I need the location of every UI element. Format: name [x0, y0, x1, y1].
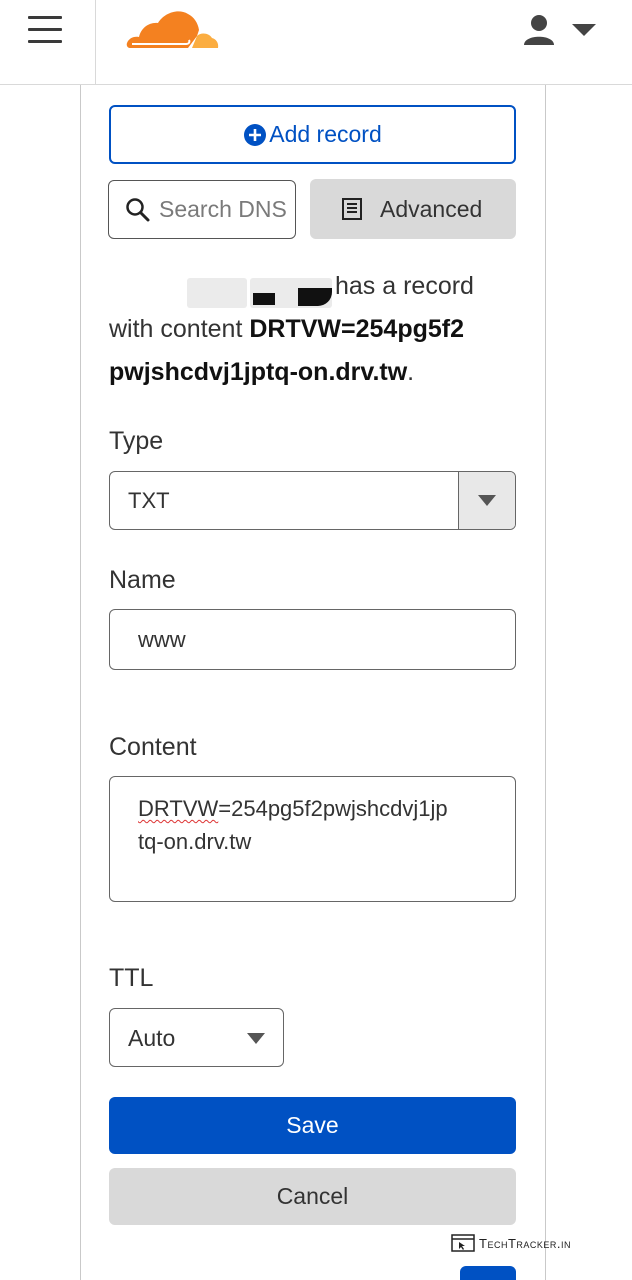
user-avatar-icon[interactable]: [520, 14, 600, 48]
ttl-selected-value: Auto: [128, 1025, 176, 1051]
partial-action-button[interactable]: [460, 1266, 516, 1280]
name-field[interactable]: [109, 609, 516, 670]
watermark: TechTracker.in: [451, 1234, 571, 1252]
content-label: Content: [109, 733, 197, 761]
save-button[interactable]: Save: [109, 1097, 516, 1154]
add-record-button[interactable]: Add record: [109, 105, 516, 164]
search-dns-input[interactable]: [159, 196, 289, 223]
advanced-label: Advanced: [380, 195, 483, 222]
spellcheck-word: DRTVW: [138, 796, 219, 821]
content-textarea[interactable]: DRTVW=254pg5f2pwjshcdvj1jp tq-on.drv.tw: [109, 776, 516, 902]
caret-down-icon: [247, 1033, 265, 1044]
ttl-label: TTL: [109, 964, 154, 992]
redacted-domain-block: [187, 278, 247, 308]
ttl-select[interactable]: Auto: [109, 1008, 284, 1067]
plus-circle-icon: [244, 123, 267, 146]
redaction-mark: [253, 293, 275, 305]
record-description-line1: has a record: [335, 272, 474, 300]
top-header: [0, 0, 632, 85]
search-icon: [126, 197, 150, 221]
record-description-line3: pwjshcdvj1jptq-on.drv.tw.: [109, 358, 414, 387]
header-divider: [95, 0, 96, 85]
document-list-icon: [342, 198, 362, 220]
description-prefix: with content: [109, 315, 250, 343]
type-dropdown-toggle[interactable]: [458, 472, 515, 529]
caret-down-icon: [478, 495, 496, 506]
record-description-line2: with content DRTVW=254pg5f2: [109, 315, 464, 344]
type-select[interactable]: TXT: [109, 471, 516, 530]
add-record-label: Add record: [269, 121, 382, 147]
watermark-text: TechTracker.in: [479, 1235, 572, 1251]
caret-down-icon: [572, 24, 596, 36]
description-content-value: DRTVW=254pg5f2: [249, 315, 464, 343]
cancel-button[interactable]: Cancel: [109, 1168, 516, 1225]
description-content-value-cont: pwjshcdvj1jptq-on.drv.tw: [109, 358, 408, 386]
dns-search-box[interactable]: [108, 180, 296, 239]
browser-cursor-icon: [451, 1234, 475, 1252]
content-line1-rest: =254pg5f2pwjshcdvj1jp: [218, 796, 448, 821]
hamburger-menu-icon[interactable]: [28, 16, 62, 44]
content-line2: tq-on.drv.tw: [138, 829, 252, 854]
cloudflare-logo-icon[interactable]: [126, 6, 220, 50]
name-label: Name: [109, 566, 176, 594]
description-suffix: .: [407, 358, 415, 386]
advanced-button[interactable]: Advanced: [310, 179, 516, 239]
type-label: Type: [109, 427, 164, 455]
type-selected-value: TXT: [128, 488, 170, 513]
content-line1: DRTVW=254pg5f2pwjshcdvj1jp: [138, 792, 495, 825]
